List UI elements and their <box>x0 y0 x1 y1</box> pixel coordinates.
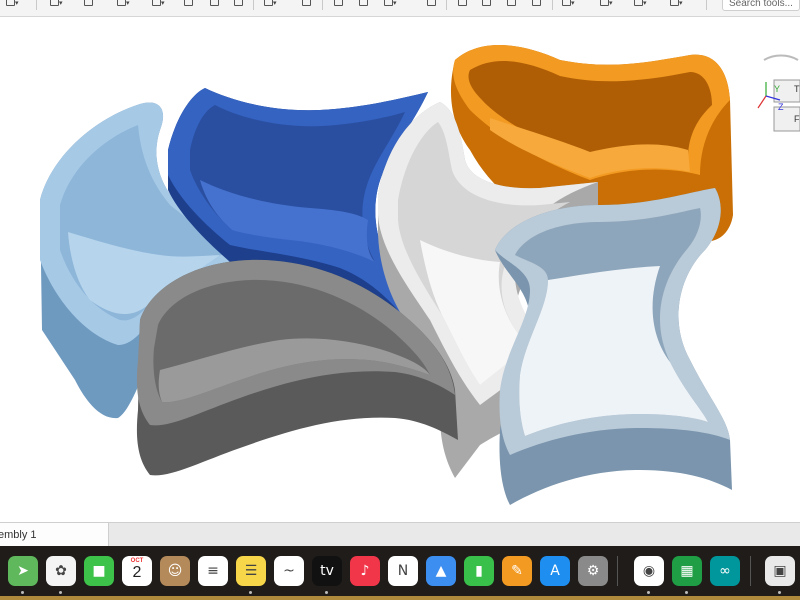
music-icon[interactable]: ♪ <box>350 556 380 586</box>
toolbar-divider <box>36 0 37 10</box>
view-cube-front-label: F <box>794 114 800 124</box>
calendar-icon[interactable]: OCT 2 <box>122 556 152 586</box>
y-axis-label: Y <box>774 84 781 94</box>
facetime-glyph: ■ <box>92 563 106 579</box>
arduino-glyph: ∞ <box>719 563 731 579</box>
dock-shelf <box>0 596 800 600</box>
appletv-glyph: tv <box>320 563 334 579</box>
pages-glyph: ✎ <box>511 563 523 579</box>
split-icon[interactable] <box>357 0 371 10</box>
notes-icon[interactable]: ☰ <box>236 556 266 586</box>
chrome-glyph: ◉ <box>642 563 656 579</box>
contacts-glyph: ☺ <box>167 563 183 579</box>
reminders-glyph: ≡ <box>207 563 219 579</box>
numbers-icon[interactable]: ▮ <box>464 556 494 586</box>
preview-glyph: ▣ <box>773 563 787 579</box>
dock-running-indicator <box>59 591 62 594</box>
view-cube-graphic[interactable] <box>754 52 800 137</box>
boolean-icon[interactable] <box>332 0 346 10</box>
thicken-icon[interactable] <box>505 0 519 10</box>
pattern-icon[interactable]: ▾ <box>262 0 277 10</box>
dock-divider <box>750 556 751 586</box>
dock-running-indicator <box>778 591 781 594</box>
keynote-icon[interactable]: ▲ <box>426 556 456 586</box>
measure-icon[interactable]: ▾ <box>598 0 613 10</box>
photos-glyph: ✿ <box>55 563 67 579</box>
search-tools-placeholder: Search tools... <box>729 0 793 9</box>
hole-icon[interactable] <box>480 0 494 10</box>
fillet-icon[interactable] <box>208 0 222 10</box>
tab-assembly-1-label: embly 1 <box>0 529 37 541</box>
view-cube[interactable]: T F Y Z <box>754 52 800 137</box>
variable-icon[interactable]: ▾ <box>668 0 683 10</box>
transform-icon[interactable]: ▾ <box>382 0 397 10</box>
music-glyph: ♪ <box>360 563 370 579</box>
facetime-icon[interactable]: ■ <box>84 556 114 586</box>
news-glyph: N <box>397 563 409 579</box>
shell-icon[interactable] <box>456 0 470 10</box>
freeform-glyph: ~ <box>283 563 295 579</box>
model-canvas[interactable] <box>0 17 800 522</box>
document-tab-bar: embly 1 <box>0 522 800 547</box>
dock-running-indicator <box>685 591 688 594</box>
news-icon[interactable]: N <box>388 556 418 586</box>
delete-part-icon[interactable] <box>425 0 439 10</box>
preview-icon[interactable]: ▣ <box>765 556 795 586</box>
insert-icon[interactable]: ▾ <box>4 0 19 10</box>
dock-divider <box>617 556 618 586</box>
contacts-icon[interactable]: ☺ <box>160 556 190 586</box>
sweep-icon[interactable]: ▾ <box>150 0 165 10</box>
sketch-icon[interactable]: ▾ <box>48 0 63 10</box>
chamfer-icon[interactable] <box>232 0 246 10</box>
view-cube-top-label: T <box>794 84 800 94</box>
keynote-glyph: ▲ <box>435 563 447 579</box>
chrome-icon[interactable]: ◉ <box>634 556 664 586</box>
cad-viewport[interactable]: T F Y Z <box>0 17 800 522</box>
settings-icon[interactable]: ⚙ <box>578 556 608 586</box>
calendar-day: 2 <box>132 564 142 581</box>
toolbar-divider <box>706 0 707 10</box>
toolbar-divider <box>446 0 447 10</box>
mirror-icon[interactable] <box>300 0 314 10</box>
z-axis-label: Z <box>778 102 784 112</box>
mate-connector-icon[interactable]: ▾ <box>632 0 647 10</box>
pale-blue-tray[interactable] <box>495 188 732 505</box>
pages-icon[interactable]: ✎ <box>502 556 532 586</box>
arduino-icon[interactable]: ∞ <box>710 556 740 586</box>
appletv-icon[interactable]: tv <box>312 556 342 586</box>
toolbar-divider <box>322 0 323 10</box>
dock-running-indicator <box>249 591 252 594</box>
toolbar-divider <box>552 0 553 10</box>
search-tools-input[interactable]: Search tools... <box>722 0 800 11</box>
toolbar-divider <box>253 0 254 10</box>
notes-glyph: ☰ <box>244 563 258 579</box>
numbers-glyph: ▮ <box>475 563 483 579</box>
onshape-glyph: ▦ <box>680 563 694 579</box>
settings-glyph: ⚙ <box>586 563 600 579</box>
plane-icon[interactable]: ▾ <box>560 0 575 10</box>
onshape-icon[interactable]: ▦ <box>672 556 702 586</box>
freeform-icon[interactable]: ~ <box>274 556 304 586</box>
dock-running-indicator <box>647 591 650 594</box>
tab-assembly-1[interactable]: embly 1 <box>0 523 109 547</box>
revolve-icon[interactable]: ▾ <box>115 0 130 10</box>
dock-running-indicator <box>21 591 24 594</box>
appstore-icon[interactable]: A <box>540 556 570 586</box>
dock-running-indicator <box>325 591 328 594</box>
extrude-icon[interactable] <box>82 0 96 10</box>
reminders-icon[interactable]: ≡ <box>198 556 228 586</box>
loft-icon[interactable] <box>182 0 196 10</box>
draft-icon[interactable] <box>530 0 544 10</box>
maps-glyph: ➤ <box>17 563 29 579</box>
photos-icon[interactable]: ✿ <box>46 556 76 586</box>
maps-icon[interactable]: ➤ <box>8 556 38 586</box>
cad-toolbar: ▾ ▾ ▾ ▾ ▾ ▾ ▾ ▾ ▾ ▾ Search tools... <box>0 0 800 17</box>
appstore-glyph: A <box>550 563 560 579</box>
